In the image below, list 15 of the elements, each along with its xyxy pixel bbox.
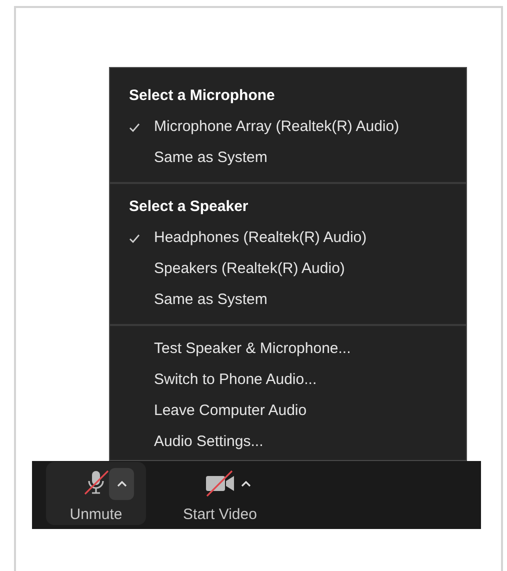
caret-up-icon	[116, 481, 126, 487]
menu-item[interactable]: Same as System	[154, 147, 268, 170]
menu-item[interactable]: Same as System	[154, 289, 268, 312]
menu-item[interactable]: Leave Computer Audio	[154, 400, 307, 423]
menu-toggle-button[interactable]	[109, 468, 134, 500]
menu-item[interactable]: Microphone Array (Realtek(R) Audio)	[154, 116, 400, 139]
start-video-button[interactable]: Start Video	[170, 462, 270, 525]
menu-item[interactable]: Speakers (Realtek(R) Audio)	[154, 258, 345, 281]
menu-item[interactable]: Switch to Phone Audio...	[154, 369, 317, 392]
menu-item[interactable]: Headphones (Realtek(R) Audio)	[154, 227, 367, 250]
caret-up-icon	[240, 481, 250, 487]
menu-item[interactable]: Test Speaker & Microphone...	[154, 338, 351, 361]
section-heading: Select a Speaker	[129, 197, 248, 218]
menu-item[interactable]: Audio Settings...	[154, 431, 264, 454]
section-heading: Select a Microphone	[129, 86, 275, 106]
